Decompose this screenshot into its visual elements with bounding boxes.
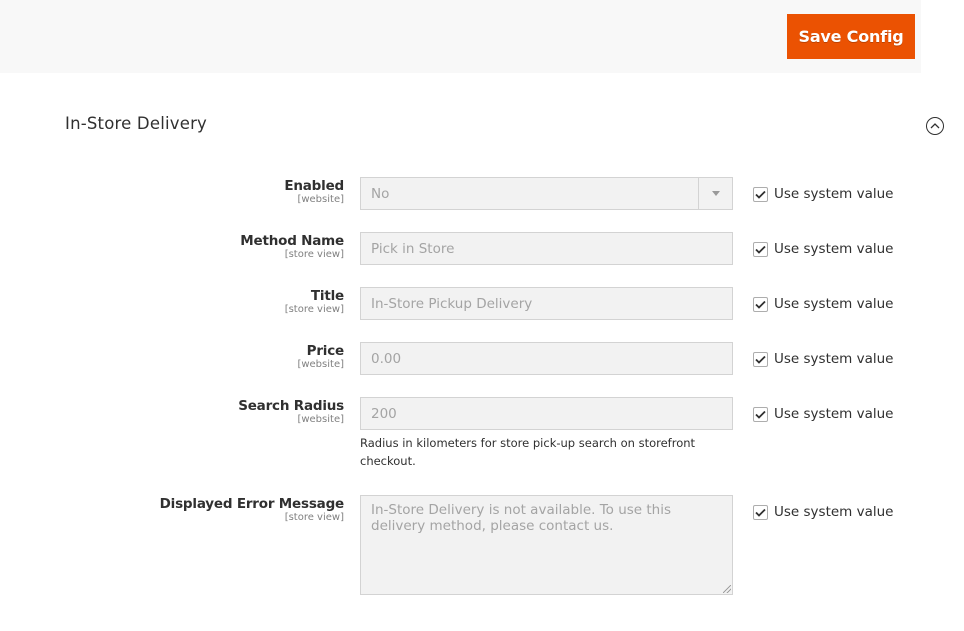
- checkmark-icon: [755, 508, 766, 517]
- field-label: Method Name: [240, 233, 344, 249]
- checkbox-checked[interactable]: [753, 241, 768, 257]
- field-label: Displayed Error Message: [159, 496, 345, 512]
- field-label: Enabled: [284, 178, 344, 194]
- field-label: Title: [310, 288, 344, 304]
- title-input[interactable]: In-Store Pickup Delivery: [360, 287, 733, 320]
- use-system-value-label: Use system value: [774, 406, 894, 422]
- textarea-value: In-Store Delivery is not available. To u…: [371, 502, 672, 534]
- checkmark-icon: [755, 300, 766, 309]
- field-scope: [website]: [297, 194, 344, 205]
- dropdown-toggle[interactable]: [698, 178, 732, 209]
- checkmark-icon: [755, 245, 766, 254]
- chevron-down-icon: [711, 191, 720, 196]
- price-input[interactable]: 0.00: [360, 342, 733, 375]
- checkbox-checked[interactable]: [753, 406, 768, 422]
- enabled-select[interactable]: No: [360, 177, 733, 210]
- use-system-value-price[interactable]: Use system value: [753, 351, 893, 367]
- checkbox-checked[interactable]: [753, 351, 768, 367]
- error-message-textarea[interactable]: In-Store Delivery is not available. To u…: [360, 495, 733, 595]
- field-scope: [store view]: [284, 249, 344, 260]
- search-radius-input[interactable]: 200: [360, 397, 733, 430]
- use-system-value-label: Use system value: [774, 241, 894, 257]
- use-system-value-label: Use system value: [774, 296, 894, 312]
- use-system-value-label: Use system value: [774, 351, 894, 367]
- use-system-value-enabled[interactable]: Use system value: [753, 186, 893, 202]
- checkmark-icon: [755, 410, 766, 419]
- use-system-value-label: Use system value: [774, 504, 894, 520]
- chevron-up-circle-icon[interactable]: [926, 117, 944, 135]
- use-system-value-search-radius[interactable]: Use system value: [753, 406, 893, 422]
- field-scope: [store view]: [284, 304, 344, 315]
- use-system-value-label: Use system value: [774, 186, 894, 202]
- method-name-input[interactable]: Pick in Store: [360, 232, 733, 265]
- use-system-value-error-message[interactable]: Use system value: [753, 504, 893, 520]
- section-title: In-Store Delivery: [65, 114, 208, 133]
- field-note: Radius in kilometers for store pick-up s…: [360, 436, 696, 468]
- use-system-value-title[interactable]: Use system value: [753, 296, 893, 312]
- checkmark-icon: [755, 190, 766, 199]
- field-scope: [store view]: [284, 512, 344, 523]
- use-system-value-method-name[interactable]: Use system value: [753, 241, 893, 257]
- checkbox-checked[interactable]: [753, 186, 768, 202]
- field-label: Price: [306, 343, 345, 359]
- checkbox-checked[interactable]: [753, 504, 768, 520]
- page-actions-bar: [0, 0, 921, 73]
- checkmark-icon: [755, 355, 766, 364]
- select-value: No: [371, 185, 390, 202]
- field-label: Search Radius: [238, 398, 344, 414]
- checkbox-checked[interactable]: [753, 296, 768, 312]
- save-config-button[interactable]: Save Config: [787, 14, 915, 59]
- field-scope: [website]: [297, 414, 344, 425]
- field-scope: [website]: [297, 359, 344, 370]
- resize-handle[interactable]: [723, 585, 731, 593]
